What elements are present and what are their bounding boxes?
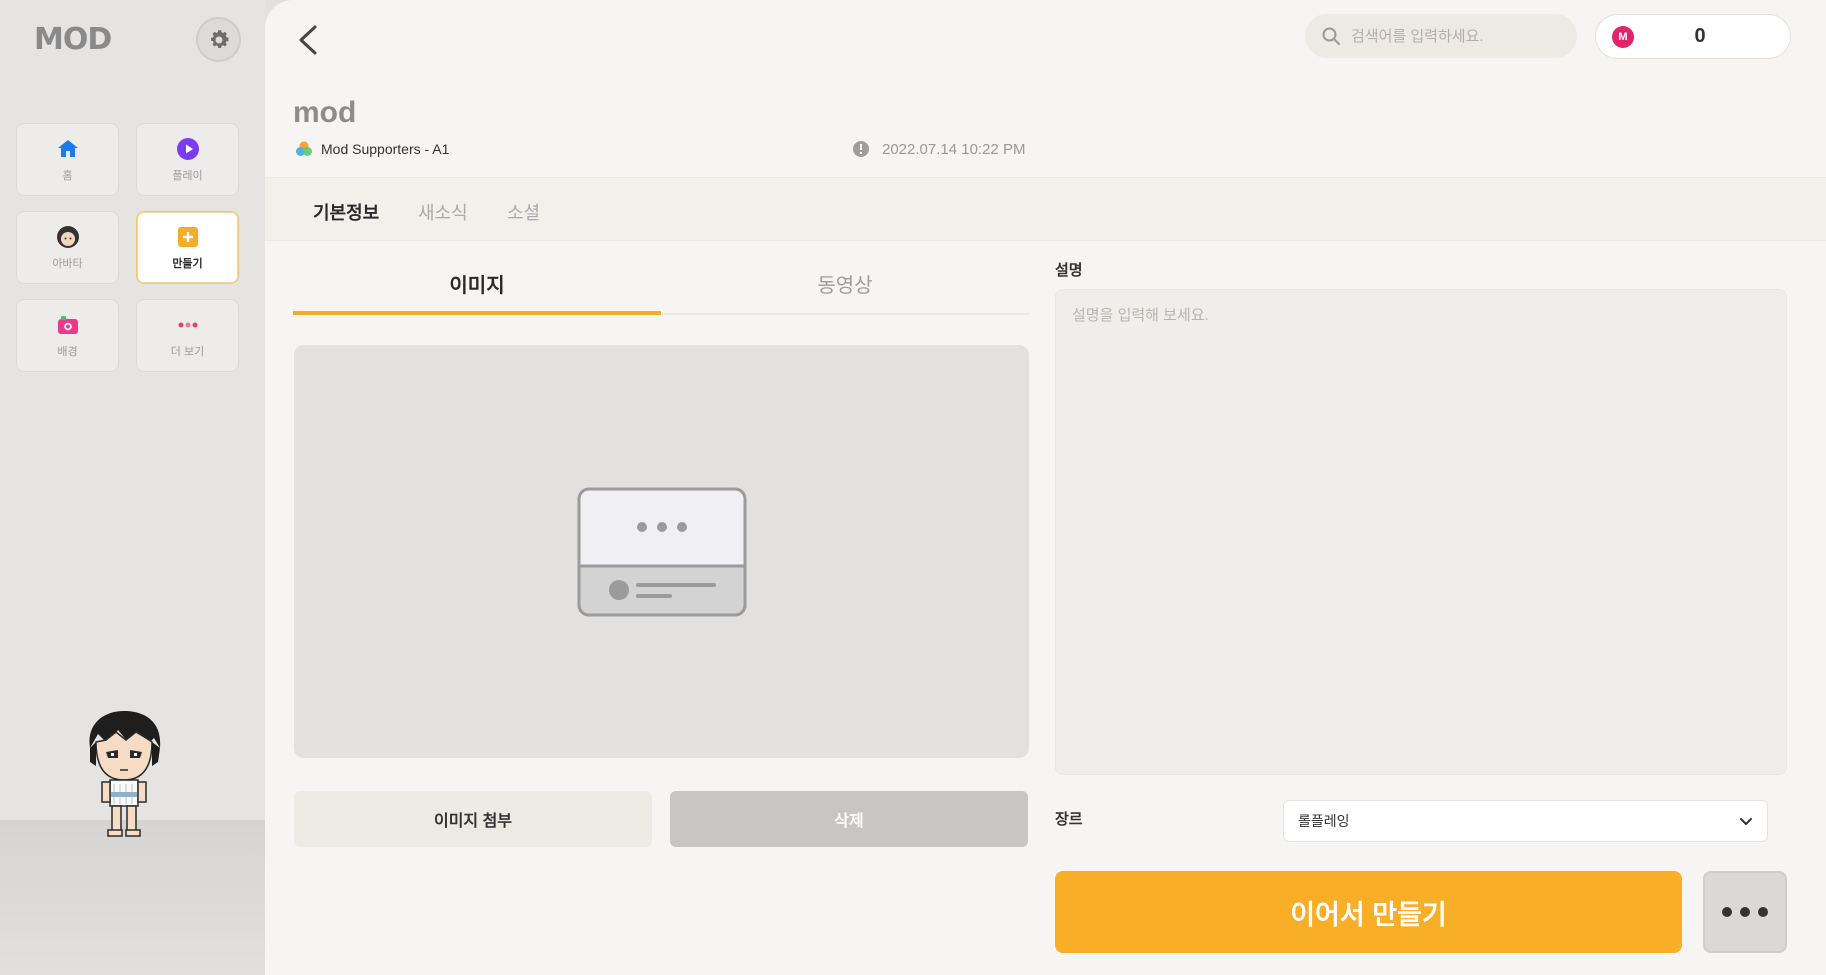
coin-balance[interactable]: M 0 <box>1595 14 1791 59</box>
sidebar-item-label: 더 보기 <box>170 345 205 358</box>
coin-icon: M <box>1612 25 1634 48</box>
avatar-character-image <box>89 710 161 837</box>
home-icon <box>56 137 80 161</box>
sidebar-item-background[interactable]: 배경 <box>16 299 119 372</box>
tab-news[interactable]: 새소식 <box>418 199 468 225</box>
sidebar-item-play[interactable]: 플레이 <box>136 123 239 196</box>
main-panel: M 0 mod Mod Supporters - A1 2022.07.14 1… <box>265 0 1826 975</box>
chevron-down-icon <box>1740 818 1752 825</box>
sidebar-item-avatar[interactable]: 아바타 <box>16 211 119 284</box>
tab-basic-info[interactable]: 기본정보 <box>313 199 379 225</box>
play-icon <box>176 137 200 161</box>
continue-creating-button[interactable]: 이어서 만들기 <box>1055 871 1682 953</box>
chevron-left-icon <box>299 25 317 55</box>
more-dot <box>1740 907 1750 917</box>
settings-button[interactable] <box>196 17 241 62</box>
sidebar-item-home[interactable]: 홈 <box>16 123 119 196</box>
delete-button[interactable]: 삭제 <box>670 791 1028 847</box>
project-title: mod <box>293 96 357 129</box>
description-label: 설명 <box>1055 262 1083 279</box>
owner-name: Mod Supporters - A1 <box>321 141 450 157</box>
sidebar-item-more[interactable]: 더 보기 <box>136 299 239 372</box>
info-icon <box>853 141 869 157</box>
sidebar: MOD 홈 플레이 아바타 만들기 배경 더 보기 <box>0 0 265 975</box>
image-preview-area[interactable] <box>294 345 1029 758</box>
search-bar[interactable] <box>1305 14 1577 58</box>
sidebar-item-label: 아바타 <box>52 257 83 270</box>
more-options-button[interactable] <box>1703 871 1787 953</box>
team-logo-icon <box>296 141 312 156</box>
app-logo[interactable]: MOD <box>34 22 112 57</box>
sidebar-item-label: 배경 <box>57 345 78 358</box>
sidebar-item-label: 만들기 <box>172 257 203 270</box>
sidebar-floor <box>0 820 265 975</box>
image-placeholder-icon <box>577 487 746 616</box>
tab-video[interactable]: 동영상 <box>661 265 1029 315</box>
sidebar-item-create[interactable]: 만들기 <box>136 211 239 284</box>
more-dot <box>1722 907 1732 917</box>
gear-icon <box>210 29 228 48</box>
more-dot <box>1758 907 1768 917</box>
genre-select[interactable]: 롤플레잉 <box>1283 800 1768 842</box>
more-dots-icon <box>176 313 200 337</box>
project-owner[interactable]: Mod Supporters - A1 <box>295 140 449 158</box>
attach-image-button[interactable]: 이미지 첨부 <box>294 791 652 847</box>
section-tabs: 기본정보 새소식 소셜 <box>265 177 1826 241</box>
search-icon <box>1322 27 1340 45</box>
genre-value: 롤플레잉 <box>1298 813 1350 829</box>
sidebar-item-label: 홈 <box>62 169 73 182</box>
sidebar-item-label: 플레이 <box>172 169 203 182</box>
media-tabs: 이미지 동영상 <box>293 265 1029 315</box>
avatar-face-icon <box>56 225 80 249</box>
tab-social[interactable]: 소셜 <box>507 199 540 225</box>
tab-image[interactable]: 이미지 <box>293 265 661 315</box>
date-text: 2022.07.14 10:22 PM <box>882 140 1026 158</box>
project-date: 2022.07.14 10:22 PM <box>852 140 1025 158</box>
search-input[interactable] <box>1351 27 1561 45</box>
description-input[interactable] <box>1055 289 1787 775</box>
back-button[interactable] <box>293 22 323 58</box>
genre-label: 장르 <box>1055 811 1083 828</box>
coin-count: 0 <box>1694 25 1706 47</box>
camera-icon <box>56 313 80 337</box>
create-plus-icon <box>176 225 200 249</box>
